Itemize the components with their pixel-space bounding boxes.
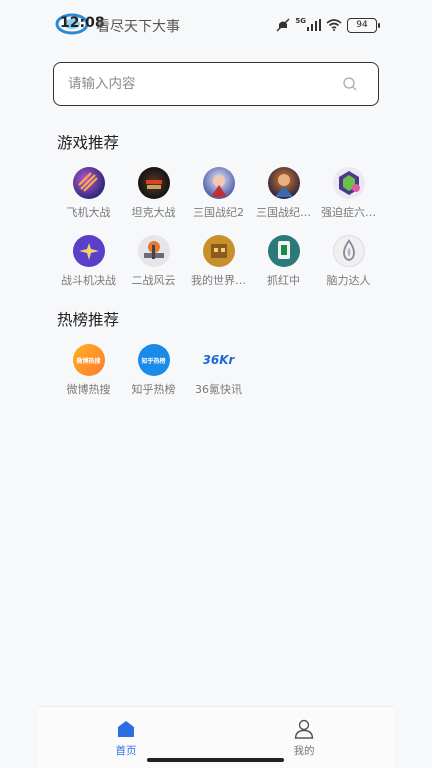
hexagon-puzzle-icon xyxy=(332,167,365,199)
app-title: 看尽天下大事 xyxy=(96,19,180,35)
hot-grid: 微博热搜 微博热搜 知乎热榜 知乎热榜 36Kr 36氪快讯 xyxy=(56,339,381,407)
tile-label: 脑力达人 xyxy=(326,274,371,287)
tile-label: 三国战纪2 xyxy=(193,206,244,219)
game-tile-brain[interactable]: 脑力达人 xyxy=(316,230,381,298)
games-section-title: 游戏推荐 xyxy=(57,134,120,152)
tile-label: 36氪快讯 xyxy=(195,383,242,396)
tile-label: 坦克大战 xyxy=(131,206,176,219)
brain-master-icon xyxy=(332,235,365,267)
game-tile-hexagon[interactable]: 强迫症六… xyxy=(316,162,381,230)
game-tile-tank[interactable]: 坦克大战 xyxy=(121,162,186,230)
signal-icon xyxy=(307,19,321,31)
hot-tile-zhihu[interactable]: 知乎热榜 知乎热榜 xyxy=(121,339,186,407)
ww2-game-icon xyxy=(137,235,170,267)
tile-label: 抓红中 xyxy=(267,274,300,287)
three-kingdoms-icon xyxy=(267,167,300,199)
hot-tile-36kr[interactable]: 36Kr 36氪快讯 xyxy=(186,339,251,407)
battery-level: 94 xyxy=(356,20,368,30)
search-bar[interactable] xyxy=(53,62,379,106)
tile-label: 微博热搜 xyxy=(66,383,111,396)
36kr-icon: 36Kr xyxy=(203,344,235,376)
hot-section-title: 热榜推荐 xyxy=(57,311,120,329)
games-grid: 飞机大战 坦克大战 三国战纪2 三国战纪… 强迫症六… 战斗机决战 二战风云 我… xyxy=(56,162,381,298)
tab-home[interactable]: 首页 xyxy=(96,719,156,758)
user-icon xyxy=(294,719,314,739)
home-indicator xyxy=(147,758,284,762)
tank-game-icon xyxy=(137,167,170,199)
wifi-icon xyxy=(326,19,342,31)
zhihu-icon: 知乎热榜 xyxy=(137,344,170,376)
tab-home-label: 首页 xyxy=(115,745,137,757)
tab-mine[interactable]: 我的 xyxy=(274,719,334,758)
zhihu-icon-badge: 知乎热榜 xyxy=(141,357,166,365)
tile-label: 三国战纪… xyxy=(256,206,311,219)
three-kingdoms-2-icon xyxy=(202,167,235,199)
plane-game-icon xyxy=(72,167,105,199)
tile-label: 强迫症六… xyxy=(321,206,376,219)
tile-label: 二战风云 xyxy=(131,274,176,287)
hot-tile-weibo[interactable]: 微博热搜 微博热搜 xyxy=(56,339,121,407)
36kr-icon-badge: 36Kr xyxy=(202,353,235,367)
tile-label: 战斗机决战 xyxy=(61,274,116,287)
game-tile-mahjong[interactable]: 抓红中 xyxy=(251,230,316,298)
search-icon[interactable] xyxy=(342,76,358,92)
search-input[interactable] xyxy=(68,76,328,92)
mute-icon xyxy=(276,18,290,32)
fighter-jet-icon xyxy=(72,235,105,267)
tile-label: 我的世界… xyxy=(191,274,246,287)
game-tile-minecraft[interactable]: 我的世界… xyxy=(186,230,251,298)
minecraft-icon xyxy=(202,235,235,267)
weibo-icon: 微博热搜 xyxy=(72,344,105,376)
weibo-icon-badge: 微博热搜 xyxy=(76,357,101,365)
game-tile-fighter[interactable]: 战斗机决战 xyxy=(56,230,121,298)
tab-mine-label: 我的 xyxy=(293,745,315,757)
game-tile-sanguo[interactable]: 三国战纪… xyxy=(251,162,316,230)
tile-label: 知乎热榜 xyxy=(131,383,176,396)
battery-indicator: 94 xyxy=(347,17,380,33)
game-tile-plane[interactable]: 飞机大战 xyxy=(56,162,121,230)
game-tile-ww2[interactable]: 二战风云 xyxy=(121,230,186,298)
status-bar: 12:08 看尽天下大事 5G 94 xyxy=(0,0,432,50)
home-icon xyxy=(118,721,134,737)
tile-label: 飞机大战 xyxy=(66,206,111,219)
network-type: 5G xyxy=(295,17,306,25)
status-icons: 5G 94 xyxy=(276,15,380,35)
mahjong-icon xyxy=(267,235,300,267)
game-tile-sanguo2[interactable]: 三国战纪2 xyxy=(186,162,251,230)
